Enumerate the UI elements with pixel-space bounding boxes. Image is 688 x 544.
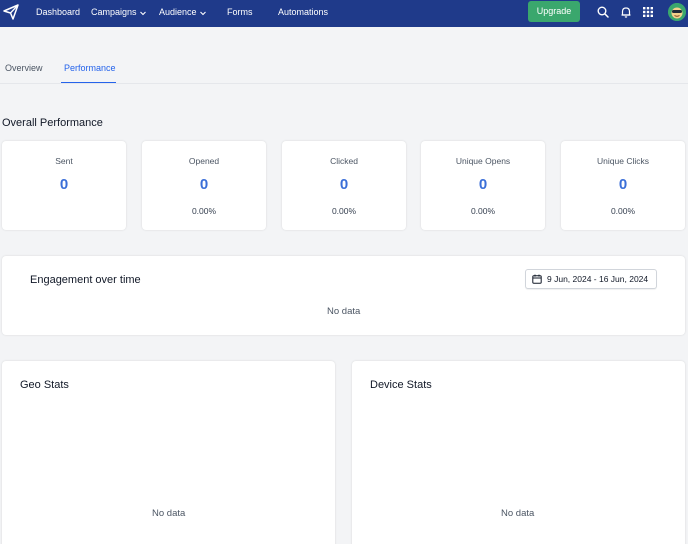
- paper-plane-logo-icon[interactable]: [2, 3, 20, 21]
- stat-percentage: 0.00%: [470, 206, 496, 216]
- upgrade-button[interactable]: Upgrade: [528, 1, 580, 22]
- stat-percentage: 0.00%: [610, 206, 636, 216]
- stat-card-unique-opens: Unique Opens 0 0.00%: [421, 141, 545, 230]
- overall-performance-title: Overall Performance: [2, 117, 103, 129]
- stat-label: Unique Opens: [455, 156, 511, 166]
- active-tab-indicator: [61, 82, 116, 83]
- nav-campaigns-label: Campaigns: [91, 7, 137, 17]
- device-stats-panel: Device Stats No data: [352, 361, 685, 544]
- nav-campaigns[interactable]: Campaigns: [91, 0, 147, 27]
- engagement-panel: Engagement over time No data: [2, 256, 685, 335]
- nav-audience-label: Audience: [159, 7, 197, 17]
- bell-icon[interactable]: [619, 5, 633, 19]
- geo-stats-title: Geo Stats: [20, 379, 69, 391]
- stat-value: 0: [339, 176, 349, 193]
- engagement-title: Engagement over time: [30, 274, 141, 286]
- calendar-icon: [532, 274, 542, 284]
- tab-bar: Overview Performance: [0, 27, 688, 84]
- date-range-label: 9 Jun, 2024 - 16 Jun, 2024: [547, 274, 649, 284]
- top-nav: Dashboard Campaigns Audience Forms Autom…: [0, 0, 688, 27]
- stat-label: Clicked: [330, 156, 358, 166]
- stat-value: 0: [618, 176, 628, 193]
- device-stats-title: Device Stats: [370, 379, 432, 391]
- stat-value: 0: [59, 176, 69, 193]
- stat-percentage: 0.00%: [331, 206, 357, 216]
- avatar[interactable]: [668, 3, 686, 21]
- nav-audience[interactable]: Audience: [159, 0, 207, 27]
- apps-grid-icon[interactable]: [641, 5, 655, 19]
- stat-label: Opened: [188, 156, 220, 166]
- geo-stats-panel: Geo Stats No data: [2, 361, 335, 544]
- stat-card-unique-clicks: Unique Clicks 0 0.00%: [561, 141, 685, 230]
- nav-automations[interactable]: Automations: [278, 0, 328, 27]
- nav-forms[interactable]: Forms: [227, 0, 253, 27]
- stat-card-opened: Opened 0 0.00%: [142, 141, 266, 230]
- stat-value: 0: [199, 176, 209, 193]
- device-no-data: No data: [501, 508, 535, 519]
- tab-overview[interactable]: Overview: [5, 63, 43, 73]
- tab-performance[interactable]: Performance: [64, 63, 116, 73]
- stat-card-sent: Sent 0: [2, 141, 126, 230]
- stat-label: Sent: [55, 156, 73, 166]
- date-range-picker[interactable]: 9 Jun, 2024 - 16 Jun, 2024: [525, 269, 657, 289]
- stat-card-clicked: Clicked 0 0.00%: [282, 141, 406, 230]
- stat-label: Unique Clicks: [597, 156, 649, 166]
- geo-no-data: No data: [152, 508, 186, 519]
- nav-dashboard[interactable]: Dashboard: [36, 0, 80, 27]
- stat-percentage: 0.00%: [191, 206, 217, 216]
- avatar-face-icon: [668, 3, 686, 21]
- search-icon[interactable]: [596, 5, 610, 19]
- chevron-down-icon: [139, 11, 146, 15]
- chevron-down-icon: [199, 11, 206, 15]
- engagement-no-data: No data: [327, 306, 361, 317]
- stat-value: 0: [478, 176, 488, 193]
